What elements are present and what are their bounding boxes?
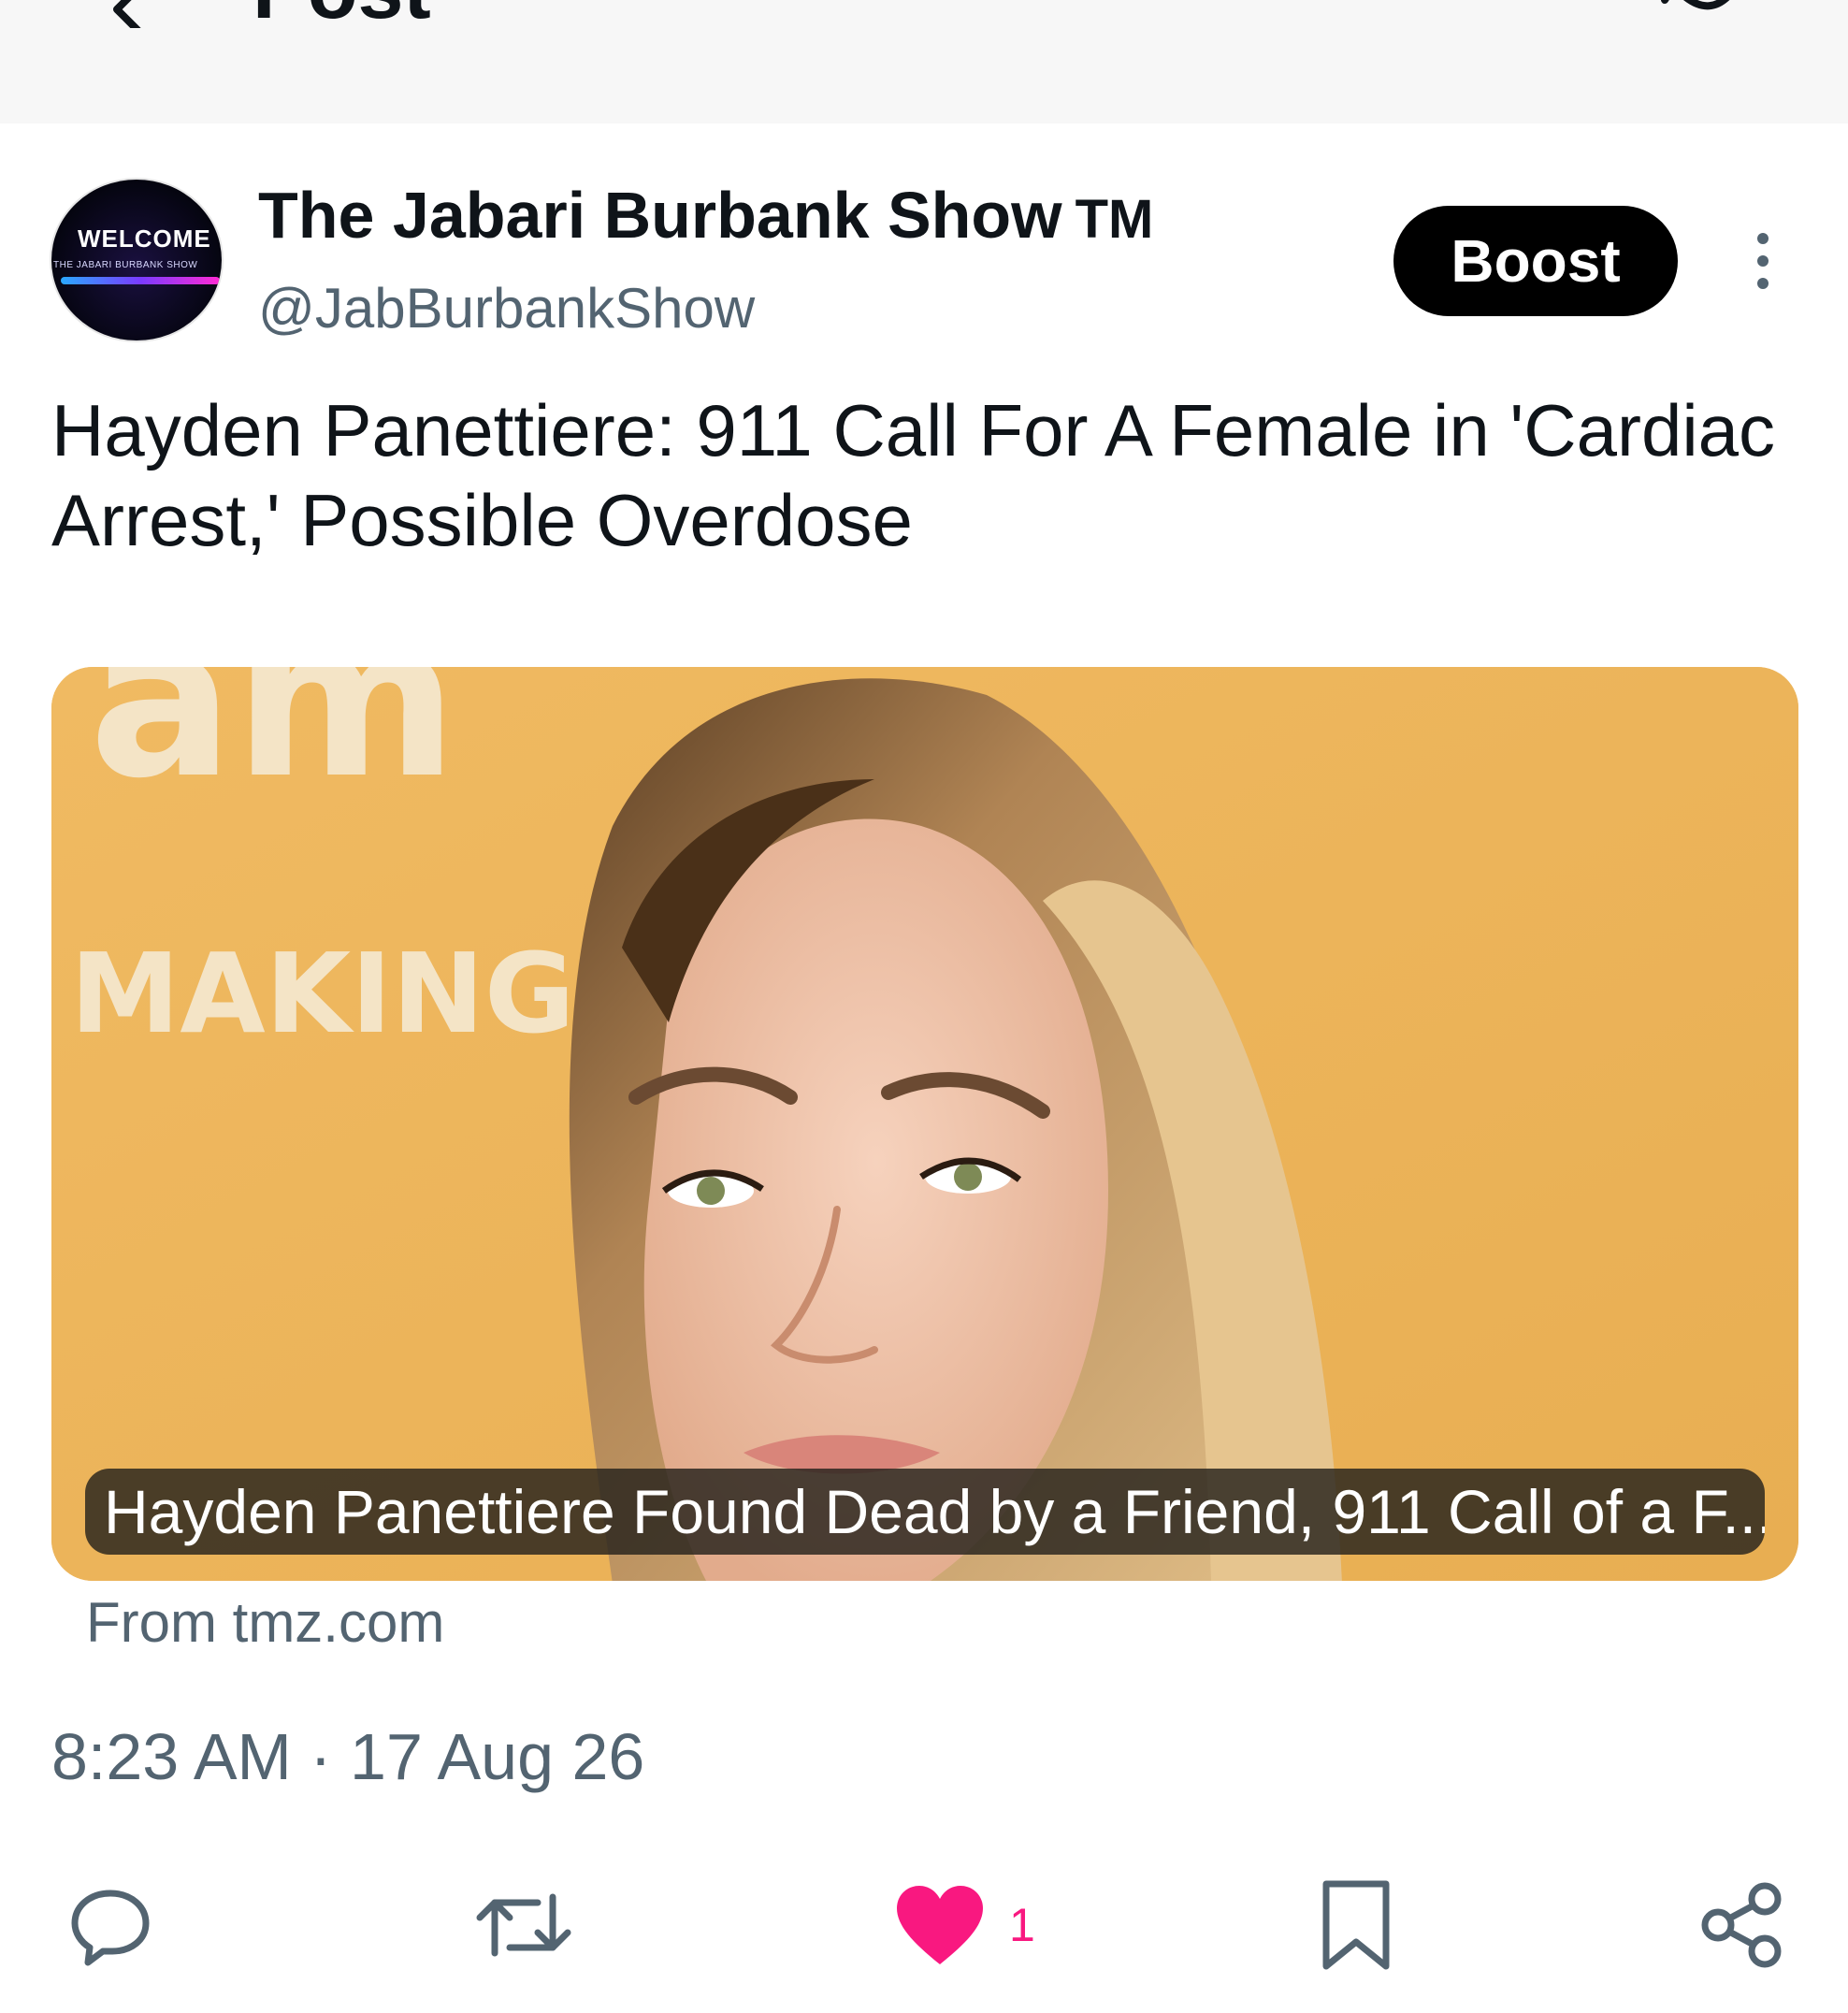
card-bg-text-making: MAKING: [70, 929, 575, 1058]
avatar-subtext: THE JABARI BURBANK SHOW: [53, 260, 198, 270]
card-bg-text-am: am: [89, 667, 458, 826]
author-avatar[interactable]: WELCOME THE JABARI BURBANK SHOW: [51, 180, 222, 340]
bookmark-button[interactable]: [1319, 1878, 1393, 1972]
page-title: Post: [253, 0, 431, 31]
top-nav-bar: Post: [0, 0, 1848, 123]
reply-button[interactable]: [65, 1878, 155, 1972]
bookmark-icon: [1322, 1880, 1390, 1970]
link-card-image[interactable]: am MAKING Hayden Panettiere Found Dead b…: [51, 667, 1798, 1581]
reply-icon: [71, 1890, 150, 1966]
back-arrow-icon[interactable]: [103, 0, 159, 28]
boost-button[interactable]: Boost: [1393, 206, 1678, 316]
share-icon: [1701, 1882, 1782, 1968]
more-options-icon[interactable]: [1749, 232, 1777, 290]
author-tm-badge: TM: [1075, 189, 1154, 250]
avatar-neon-line: [61, 277, 220, 284]
avatar-welcome-text: WELCOME: [78, 224, 211, 253]
card-photo: am MAKING: [51, 667, 1798, 1581]
share-button[interactable]: [1697, 1878, 1787, 1972]
post-text: Hayden Panettiere: 911 Call For A Female…: [51, 389, 1776, 561]
author-display-name[interactable]: The Jabari Burbank Show TM: [258, 178, 1153, 257]
author-name-text[interactable]: The Jabari Burbank Show: [258, 179, 1062, 252]
author-handle[interactable]: @JabBurbankShow: [258, 276, 755, 341]
like-button[interactable]: 1: [893, 1878, 1035, 1972]
repost-icon: [476, 1893, 571, 1957]
like-count: 1: [1009, 1899, 1035, 1951]
repost-button[interactable]: [472, 1878, 575, 1972]
link-card-caption: Hayden Panettiere Found Dead by a Friend…: [85, 1469, 1765, 1555]
heart-icon: [897, 1886, 983, 1964]
refresh-icon[interactable]: [1655, 0, 1749, 37]
post-timestamp[interactable]: 8:23 AM · 17 Aug 26: [51, 1719, 644, 1794]
link-source[interactable]: From tmz.com: [86, 1590, 444, 1656]
